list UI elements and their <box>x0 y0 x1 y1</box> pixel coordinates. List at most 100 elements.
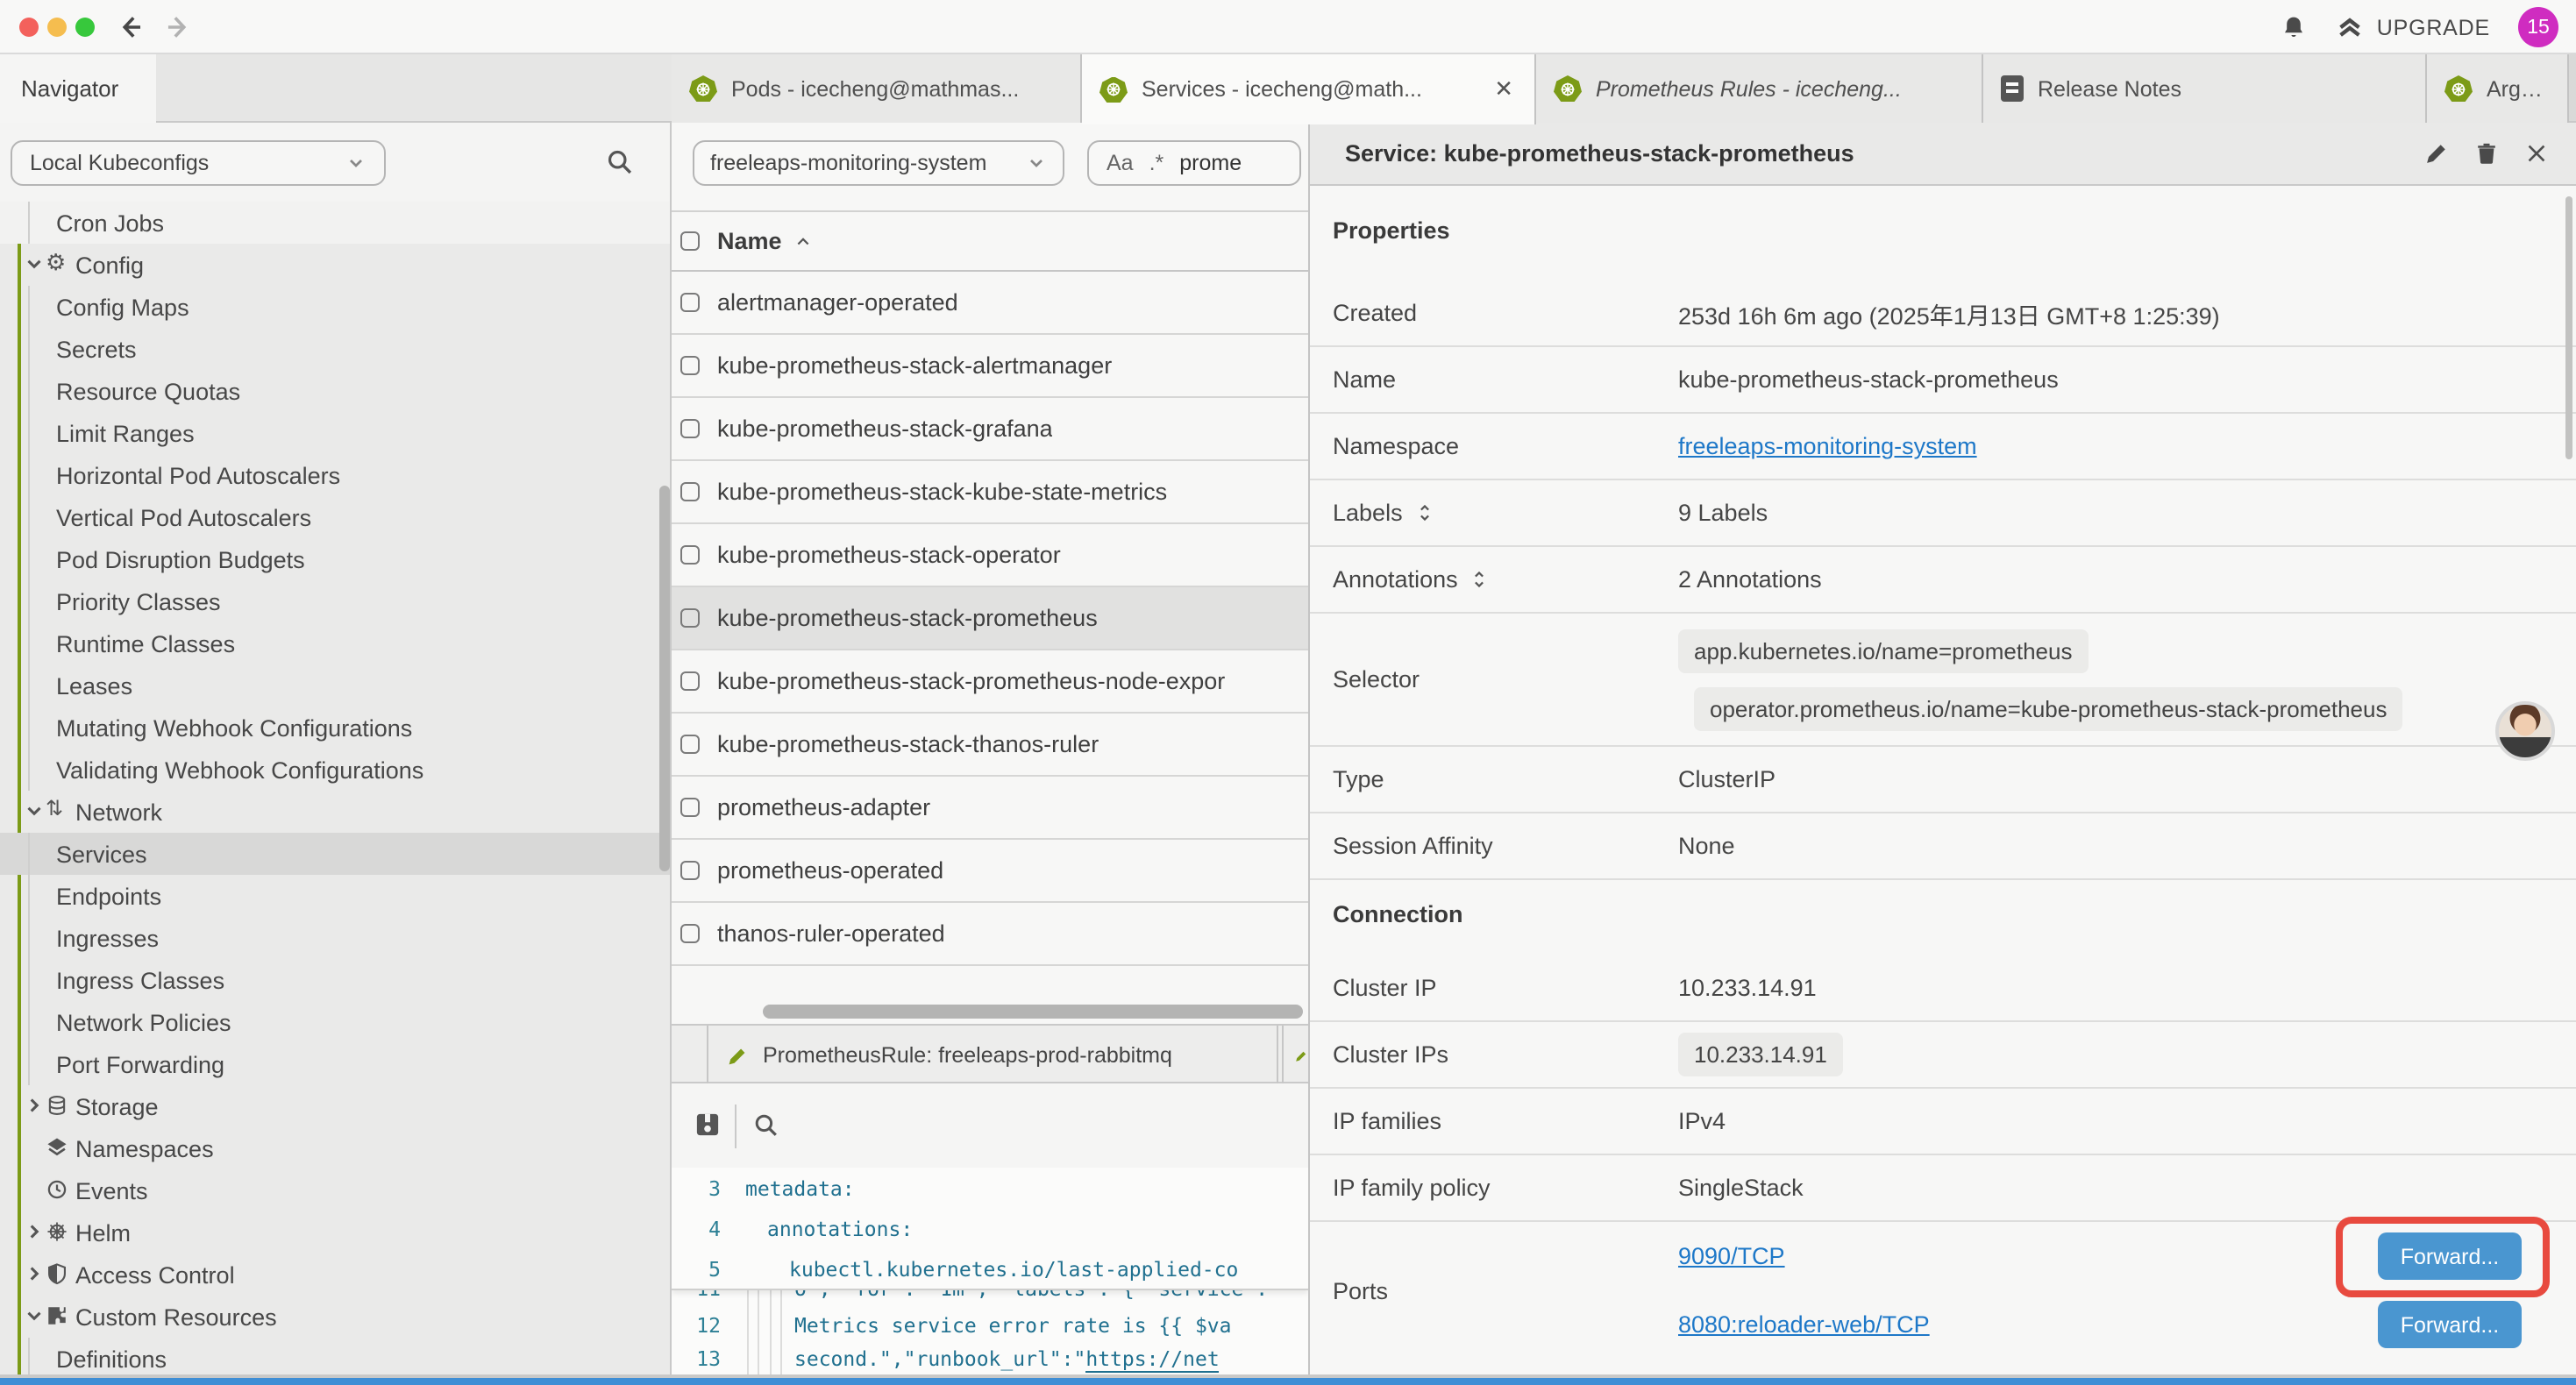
port-link[interactable]: 9090/TCP <box>1678 1243 2378 1269</box>
table-row[interactable]: kube-prometheus-stack-kube-state-metrics <box>672 461 1308 524</box>
sidebar-item-leases[interactable]: Leases <box>0 664 672 707</box>
table-row[interactable]: kube-prometheus-stack-thanos-ruler <box>672 714 1308 777</box>
kubeconfig-select[interactable]: Local Kubeconfigs <box>11 140 386 186</box>
sort-updown-icon[interactable] <box>1470 570 1490 589</box>
match-case-toggle[interactable]: Aa <box>1107 151 1134 175</box>
tab-pods-icecheng-mathmas-[interactable]: Pods - icecheng@mathmas... <box>672 54 1082 123</box>
close-window-button[interactable] <box>19 18 39 37</box>
sidebar-item-storage[interactable]: Storage <box>0 1085 672 1127</box>
sidebar-item-network[interactable]: ⇅Network <box>0 791 672 833</box>
sidebar-scrollbar[interactable] <box>659 486 670 871</box>
sidebar-item-validating-webhook-configurations[interactable]: Validating Webhook Configurations <box>0 749 672 791</box>
sidebar-item-access-control[interactable]: Access Control <box>0 1254 672 1296</box>
chevron-right-icon[interactable] <box>23 1262 46 1285</box>
delete-trash-icon[interactable] <box>2474 140 2499 167</box>
avatar[interactable] <box>2495 701 2555 761</box>
notification-count-badge[interactable]: 15 <box>2518 7 2558 47</box>
tab-argo-se[interactable]: Argo Se <box>2427 54 2569 123</box>
sidebar-item-helm[interactable]: Helm <box>0 1211 672 1254</box>
panel-scrollbar[interactable] <box>2565 196 2572 459</box>
sidebar-item-events[interactable]: Events <box>0 1169 672 1211</box>
tab-navigator[interactable]: Navigator <box>0 54 156 123</box>
table-row[interactable]: kube-prometheus-stack-prometheus-node-ex… <box>672 650 1308 714</box>
sidebar-item-services[interactable]: Services <box>0 833 672 875</box>
table-row[interactable]: prometheus-adapter <box>672 777 1308 840</box>
row-checkbox[interactable] <box>680 861 700 880</box>
row-checkbox[interactable] <box>680 608 700 628</box>
namespace-link[interactable]: freeleaps-monitoring-system <box>1678 433 1977 459</box>
maximize-window-button[interactable] <box>75 18 95 37</box>
sidebar-item-vertical-pod-autoscalers[interactable]: Vertical Pod Autoscalers <box>0 496 672 538</box>
sidebar-item-network-policies[interactable]: Network Policies <box>0 1001 672 1043</box>
row-checkbox[interactable] <box>680 356 700 375</box>
sidebar-item-priority-classes[interactable]: Priority Classes <box>0 580 672 622</box>
sidebar-search-button[interactable] <box>605 147 635 177</box>
sidebar-item-resource-quotas[interactable]: Resource Quotas <box>0 370 672 412</box>
table-horizontal-scrollbar[interactable] <box>763 1005 1303 1019</box>
table-row[interactable]: alertmanager-operated <box>672 272 1308 335</box>
forward-button[interactable]: Forward... <box>2378 1301 2522 1348</box>
line-text: Metrics service error rate is {{ $va <box>672 1312 1232 1337</box>
sidebar-item-port-forwarding[interactable]: Port Forwarding <box>0 1043 672 1085</box>
sidebar-item-limit-ranges[interactable]: Limit Ranges <box>0 412 672 454</box>
sidebar-item-config[interactable]: ⚙Config <box>0 244 672 286</box>
regex-toggle[interactable]: .* <box>1149 151 1164 175</box>
row-checkbox[interactable] <box>680 671 700 691</box>
tab-prometheus-rules-icechen[interactable]: Prometheus Rules - icecheng... <box>1536 54 1983 123</box>
tab-close-icon[interactable]: ✕ <box>1491 75 1517 103</box>
table-row[interactable]: kube-prometheus-stack-prometheus <box>672 587 1308 650</box>
editor-search-button[interactable] <box>752 1112 780 1140</box>
chevron-right-icon[interactable] <box>23 1220 46 1243</box>
sidebar-item-ingresses[interactable]: Ingresses <box>0 917 672 959</box>
row-checkbox[interactable] <box>680 419 700 438</box>
forward-icon[interactable] <box>163 12 193 42</box>
chevron-down-icon[interactable] <box>23 799 46 822</box>
table-row[interactable]: kube-prometheus-stack-operator <box>672 524 1308 587</box>
service-name: prometheus-adapter <box>717 794 930 820</box>
select-all-checkbox[interactable] <box>680 231 700 251</box>
editor-tab-partial[interactable] <box>1282 1026 1308 1085</box>
column-header-name[interactable]: Name <box>717 228 812 254</box>
sort-updown-icon[interactable] <box>1415 503 1434 522</box>
editor-tab-prometheusrule[interactable]: PrometheusRule: freeleaps-prod-rabbitmq <box>707 1026 1278 1085</box>
row-checkbox[interactable] <box>680 482 700 501</box>
code-link[interactable]: https://net <box>1085 1346 1219 1372</box>
table-row[interactable]: prometheus-operated <box>672 840 1308 903</box>
row-checkbox[interactable] <box>680 735 700 754</box>
sidebar-item-runtime-classes[interactable]: Runtime Classes <box>0 622 672 664</box>
chevron-down-icon[interactable] <box>23 252 46 275</box>
sidebar-item-cron-jobs[interactable]: Cron Jobs <box>0 202 672 244</box>
port-link[interactable]: 8080:reloader-web/TCP <box>1678 1311 2378 1338</box>
sidebar-item-mutating-webhook-configurations[interactable]: Mutating Webhook Configurations <box>0 707 672 749</box>
minimize-window-button[interactable] <box>47 18 67 37</box>
sidebar-item-endpoints[interactable]: Endpoints <box>0 875 672 917</box>
upgrade-button[interactable]: UPGRADE <box>2337 13 2490 41</box>
yaml-editor[interactable]: 3metadata:4annotations:5kubectl.kubernet… <box>672 1168 1308 1378</box>
table-row[interactable]: thanos-ruler-operated <box>672 903 1308 966</box>
bell-icon[interactable] <box>2281 13 2309 41</box>
back-icon[interactable] <box>116 12 146 42</box>
close-icon[interactable] <box>2523 140 2550 167</box>
row-checkbox[interactable] <box>680 798 700 817</box>
table-row[interactable]: kube-prometheus-stack-alertmanager <box>672 335 1308 398</box>
row-checkbox[interactable] <box>680 293 700 312</box>
chevron-right-icon[interactable] <box>23 1094 46 1117</box>
sidebar-item-custom-resources[interactable]: Custom Resources <box>0 1296 672 1338</box>
sidebar-item-secrets[interactable]: Secrets <box>0 328 672 370</box>
namespace-select[interactable]: freeleaps-monitoring-system <box>693 140 1064 186</box>
chevron-down-icon[interactable] <box>23 1304 46 1327</box>
edit-pencil-icon[interactable] <box>2423 140 2450 167</box>
row-checkbox[interactable] <box>680 924 700 943</box>
sidebar-item-horizontal-pod-autoscalers[interactable]: Horizontal Pod Autoscalers <box>0 454 672 496</box>
table-search-input[interactable]: Aa .* prome <box>1087 140 1301 186</box>
tab-release-notes[interactable]: Release Notes <box>1983 54 2427 123</box>
sidebar-item-namespaces[interactable]: Namespaces <box>0 1127 672 1169</box>
table-row[interactable]: kube-prometheus-stack-grafana <box>672 398 1308 461</box>
tab-services-icecheng-math-[interactable]: Services - icecheng@math...✕ <box>1082 54 1536 124</box>
sidebar-item-definitions[interactable]: Definitions <box>0 1338 672 1378</box>
sidebar-item-config-maps[interactable]: Config Maps <box>0 286 672 328</box>
sidebar-item-ingress-classes[interactable]: Ingress Classes <box>0 959 672 1001</box>
row-checkbox[interactable] <box>680 545 700 565</box>
sidebar-item-pod-disruption-budgets[interactable]: Pod Disruption Budgets <box>0 538 672 580</box>
save-button[interactable] <box>693 1110 722 1140</box>
